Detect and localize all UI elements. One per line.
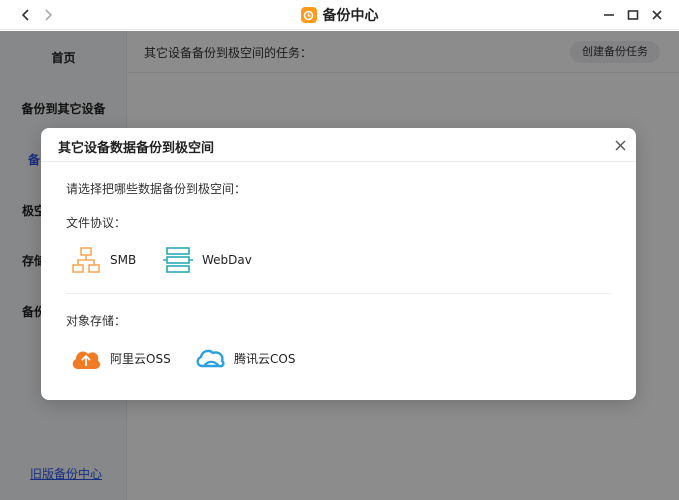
maximize-button[interactable] bbox=[624, 6, 642, 24]
maximize-icon bbox=[627, 10, 639, 20]
window-close-button[interactable] bbox=[648, 6, 666, 24]
minimize-button[interactable] bbox=[600, 6, 618, 24]
server-stack-icon bbox=[162, 245, 194, 275]
option-smb-label: SMB bbox=[110, 253, 137, 267]
backup-app-icon bbox=[300, 7, 317, 23]
option-webdav[interactable]: WebDav bbox=[162, 245, 252, 275]
option-webdav-label: WebDav bbox=[202, 253, 252, 267]
option-tencent-cos-label: 腾讯云COS bbox=[234, 351, 296, 366]
option-smb[interactable]: SMB bbox=[70, 245, 136, 275]
window-title-group: 备份中心 bbox=[0, 0, 679, 30]
dialog-title: 其它设备数据备份到极空间 bbox=[58, 141, 215, 156]
cloud-upload-icon bbox=[70, 343, 102, 373]
dialog-header: 其它设备数据备份到极空间 bbox=[41, 128, 636, 162]
cloud-icon bbox=[194, 343, 226, 373]
close-icon bbox=[652, 10, 662, 20]
section-divider bbox=[66, 293, 611, 294]
dialog-close-button[interactable] bbox=[613, 138, 627, 152]
option-tencent-cos[interactable]: 腾讯云COS bbox=[194, 343, 295, 373]
section-label-object-storage: 对象存储： bbox=[66, 314, 127, 328]
option-aliyun-oss-label: 阿里云OSS bbox=[110, 351, 171, 366]
option-aliyun-oss[interactable]: 阿里云OSS bbox=[70, 343, 171, 373]
window-titlebar: 备份中心 bbox=[0, 0, 679, 30]
section-label-file-protocol: 文件协议： bbox=[66, 216, 127, 230]
close-icon bbox=[615, 140, 625, 150]
network-share-icon bbox=[70, 245, 102, 275]
backup-source-dialog: 其它设备数据备份到极空间 请选择把哪些数据备份到极空间： 文件协议： SMB W… bbox=[41, 128, 636, 400]
dialog-prompt: 请选择把哪些数据备份到极空间： bbox=[66, 182, 247, 196]
minimize-icon bbox=[604, 14, 614, 16]
window-title: 备份中心 bbox=[322, 8, 379, 24]
